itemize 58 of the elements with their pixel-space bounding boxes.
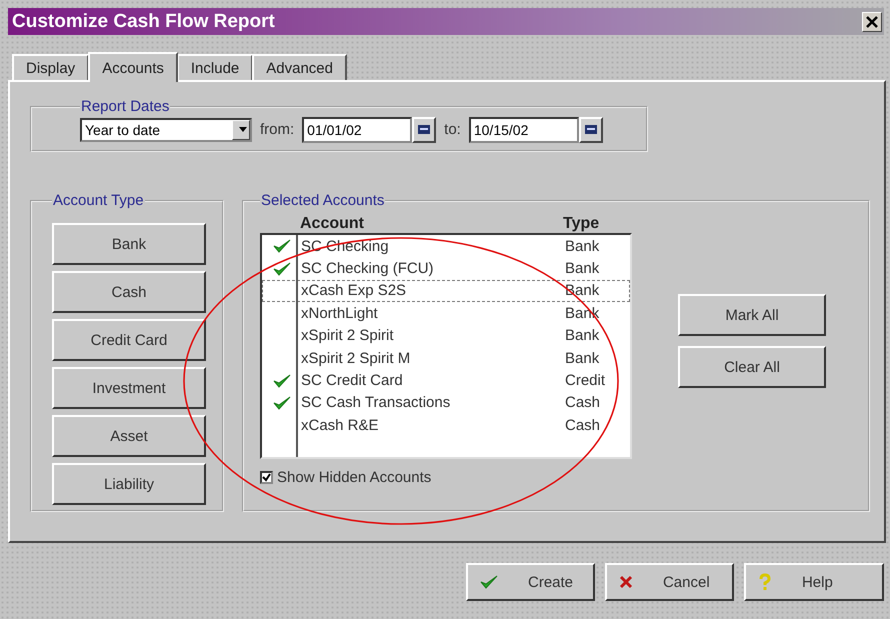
table-cell-text: xSpirit 2 Spirit M [301, 350, 412, 367]
column-header: Type [563, 215, 600, 233]
group-label: Report Dates [80, 98, 170, 115]
table-cell-text: Cash [565, 394, 602, 412]
table-cell-text: xSpirit 2 Spirit [301, 327, 395, 344]
dialog-button[interactable]: Cancel [604, 563, 734, 601]
date-range-dropdown[interactable]: Year to date [80, 118, 252, 142]
account-type-button[interactable]: Bank [52, 223, 206, 265]
from-date-field[interactable]: 01/01/02 [302, 116, 412, 142]
field-label: from: [260, 121, 294, 138]
calendar-icon [418, 125, 430, 134]
table-cell-text: xCash Exp S2S [301, 282, 408, 300]
group-label: Account Type [52, 192, 145, 209]
field-label: to: [444, 121, 461, 138]
table-cell-text: Bank [565, 327, 600, 344]
calendar-button[interactable] [578, 116, 603, 142]
table-cell-text: xCash R&E [301, 416, 380, 434]
account-row[interactable]: SC Cash Transactions Cash [262, 392, 630, 414]
to-date-field[interactable]: 10/15/02 [468, 116, 579, 142]
close-icon [618, 575, 633, 589]
table-cell-text: xNorthLight [301, 304, 379, 322]
group-label: Selected Accounts [260, 192, 386, 209]
account-type-button[interactable]: Cash [52, 271, 206, 313]
account-row[interactable]: xSpirit 2 Spirit M Bank [262, 346, 630, 370]
tab[interactable]: Advanced [252, 54, 347, 80]
tab[interactable]: Display [12, 54, 90, 80]
account-type-button[interactable]: Credit Card [52, 319, 206, 361]
tab[interactable]: Accounts [88, 52, 178, 82]
table-cell-text: SC Credit Card [301, 372, 404, 390]
account-row[interactable]: SC Checking (FCU) Bank [262, 257, 630, 280]
checkbox[interactable] [260, 471, 273, 484]
account-row[interactable]: xCash R&E Cash [262, 414, 630, 437]
account-row[interactable]: xSpirit 2 Spirit Bank [262, 324, 630, 347]
checkbox-label: Show Hidden Accounts [277, 469, 432, 486]
question-mark-icon [758, 573, 772, 591]
list-button[interactable]: Mark All [678, 294, 826, 336]
column-header: Account [300, 215, 365, 233]
list-button[interactable]: Clear All [678, 346, 826, 388]
close-icon [866, 16, 878, 28]
dialog-button[interactable]: Create [466, 563, 595, 601]
calendar-button[interactable] [412, 116, 436, 142]
account-type-button[interactable]: Liability [52, 463, 206, 505]
table-cell-text: Cash [565, 416, 602, 434]
calendar-icon [584, 125, 597, 134]
table-cell-text: Bank [565, 350, 600, 367]
table-cell-text: Bank [565, 260, 600, 278]
account-row[interactable]: SC Credit Card Credit [262, 369, 630, 392]
close-button[interactable] [862, 12, 882, 32]
account-type-button[interactable]: Investment [52, 367, 206, 409]
account-type-button[interactable]: Asset [52, 415, 206, 457]
window-title: Customize Cash Flow Report [12, 10, 275, 32]
table-cell-text: Credit [565, 372, 606, 390]
table-cell-text: Bank [565, 238, 600, 255]
table-cell-text: SC Checking (FCU) [301, 260, 435, 278]
check-icon [480, 574, 498, 590]
table-cell-text: SC Cash Transactions [301, 394, 452, 412]
dialog-button[interactable]: Help [744, 563, 884, 601]
tab[interactable]: Include [176, 54, 254, 80]
